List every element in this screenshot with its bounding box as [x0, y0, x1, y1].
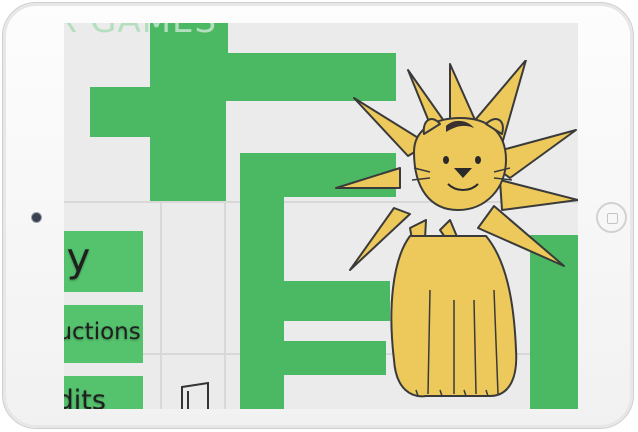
flag-icon: [181, 381, 209, 409]
instructions-button[interactable]: ructions: [64, 305, 143, 363]
game-screen: X GAMES lay ructions edits: [64, 23, 578, 409]
home-button[interactable]: [596, 202, 627, 233]
camera-icon: [32, 213, 41, 222]
credits-button-label: edits: [64, 385, 106, 409]
credits-button[interactable]: edits: [64, 376, 143, 409]
game-title: X GAMES: [64, 23, 217, 41]
maze-wall: [150, 87, 226, 201]
lion-icon: [335, 60, 578, 398]
play-button-label: lay: [64, 235, 91, 281]
home-square-icon: [607, 213, 618, 224]
instructions-button-label: ructions: [64, 319, 141, 345]
play-button[interactable]: lay: [64, 231, 143, 292]
